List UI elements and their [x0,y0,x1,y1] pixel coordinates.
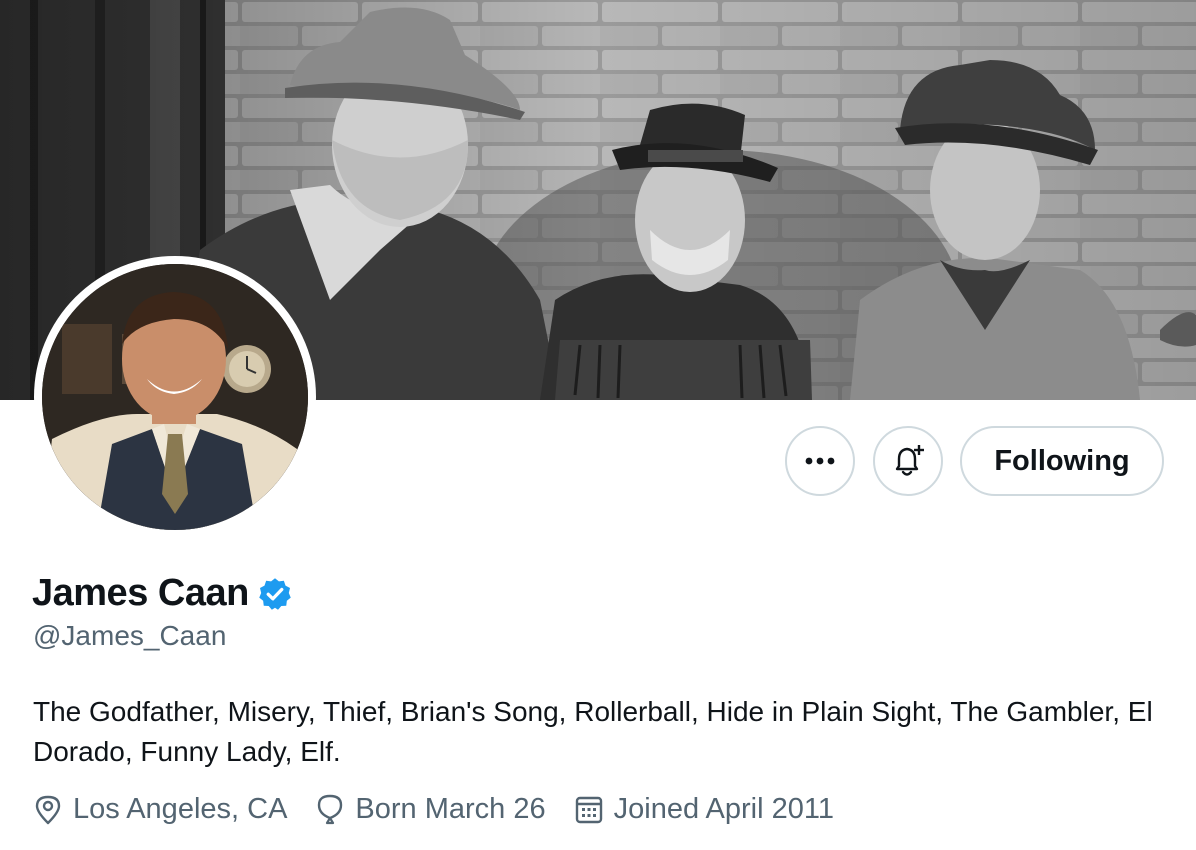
profile-bio: The Godfather, Misery, Thief, Brian's So… [33,696,1153,767]
notifications-button[interactable] [873,426,943,496]
following-button[interactable]: Following [960,426,1164,496]
joined-text: Joined April 2011 [613,793,834,825]
location-pin-icon [35,795,61,824]
bell-plus-icon [895,445,924,476]
balloon-icon [318,794,343,824]
profile-page: Following James Caan @James_Caan The God… [0,0,1196,850]
profile-handle: @James_Caan [33,620,227,651]
more-dots-icon [805,457,835,465]
profile-avatar[interactable] [34,256,316,538]
location-text: Los Angeles, CA [73,793,288,825]
profile-meta: Los Angeles, CA Born March 26 Joined Apr… [33,793,862,826]
verified-badge-icon [259,577,291,610]
profile-birthday: Born March 26 [315,793,546,826]
profile-joined: Joined April 2011 [574,793,834,826]
avatar-photo [42,264,308,530]
calendar-icon [575,796,602,823]
display-name: James Caan [32,572,249,614]
profile-location: Los Angeles, CA [33,793,287,826]
more-options-button[interactable] [785,426,855,496]
birthday-text: Born March 26 [355,793,546,825]
profile-name-row: James Caan [32,572,293,615]
